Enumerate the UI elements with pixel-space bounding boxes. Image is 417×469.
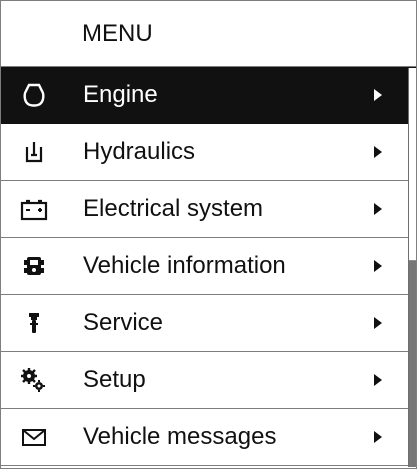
- menu-item-service[interactable]: Service: [1, 295, 416, 352]
- hydraulics-icon: [19, 137, 49, 167]
- gears-icon: [19, 365, 49, 395]
- menu-item-label: Setup: [83, 366, 146, 393]
- menu-item-vehicle-messages[interactable]: Vehicle messages: [1, 409, 416, 466]
- menu-item-label: Hydraulics: [83, 138, 196, 165]
- menu-list: Engine Hydraulics Electrical system Vehi…: [1, 67, 416, 466]
- chevron-right-icon: [374, 203, 382, 215]
- chevron-right-icon: [374, 146, 382, 158]
- menu-item-engine[interactable]: Engine: [1, 67, 416, 124]
- chevron-right-icon: [374, 89, 382, 101]
- menu-item-setup[interactable]: Setup: [1, 352, 416, 409]
- menu-item-label: Engine: [83, 81, 158, 108]
- menu-item-label: Vehicle messages: [83, 423, 277, 450]
- scrollbar-thumb[interactable]: [409, 68, 416, 261]
- vehicle-info-icon: [19, 251, 49, 281]
- menu-item-electrical-system[interactable]: Electrical system: [1, 181, 416, 238]
- menu-title: MENU: [82, 19, 153, 47]
- chevron-right-icon: [374, 317, 382, 329]
- menu-item-hydraulics[interactable]: Hydraulics: [1, 124, 416, 181]
- chevron-right-icon: [374, 374, 382, 386]
- menu-header: MENU: [1, 1, 416, 67]
- menu-item-label: Service: [83, 309, 164, 336]
- engine-icon: [19, 80, 49, 110]
- battery-icon: [19, 194, 49, 224]
- menu-panel: MENU Engine Hydraulics Electrical system…: [0, 0, 417, 469]
- menu-item-label: Vehicle information: [83, 252, 286, 279]
- vertical-scrollbar[interactable]: [408, 68, 416, 467]
- chevron-right-icon: [374, 260, 382, 272]
- service-tool-icon: [19, 308, 49, 338]
- menu-item-label: Electrical system: [83, 195, 264, 222]
- scrollbar-track[interactable]: [409, 261, 416, 467]
- envelope-icon: [19, 422, 49, 452]
- chevron-right-icon: [374, 431, 382, 443]
- menu-item-vehicle-information[interactable]: Vehicle information: [1, 238, 416, 295]
